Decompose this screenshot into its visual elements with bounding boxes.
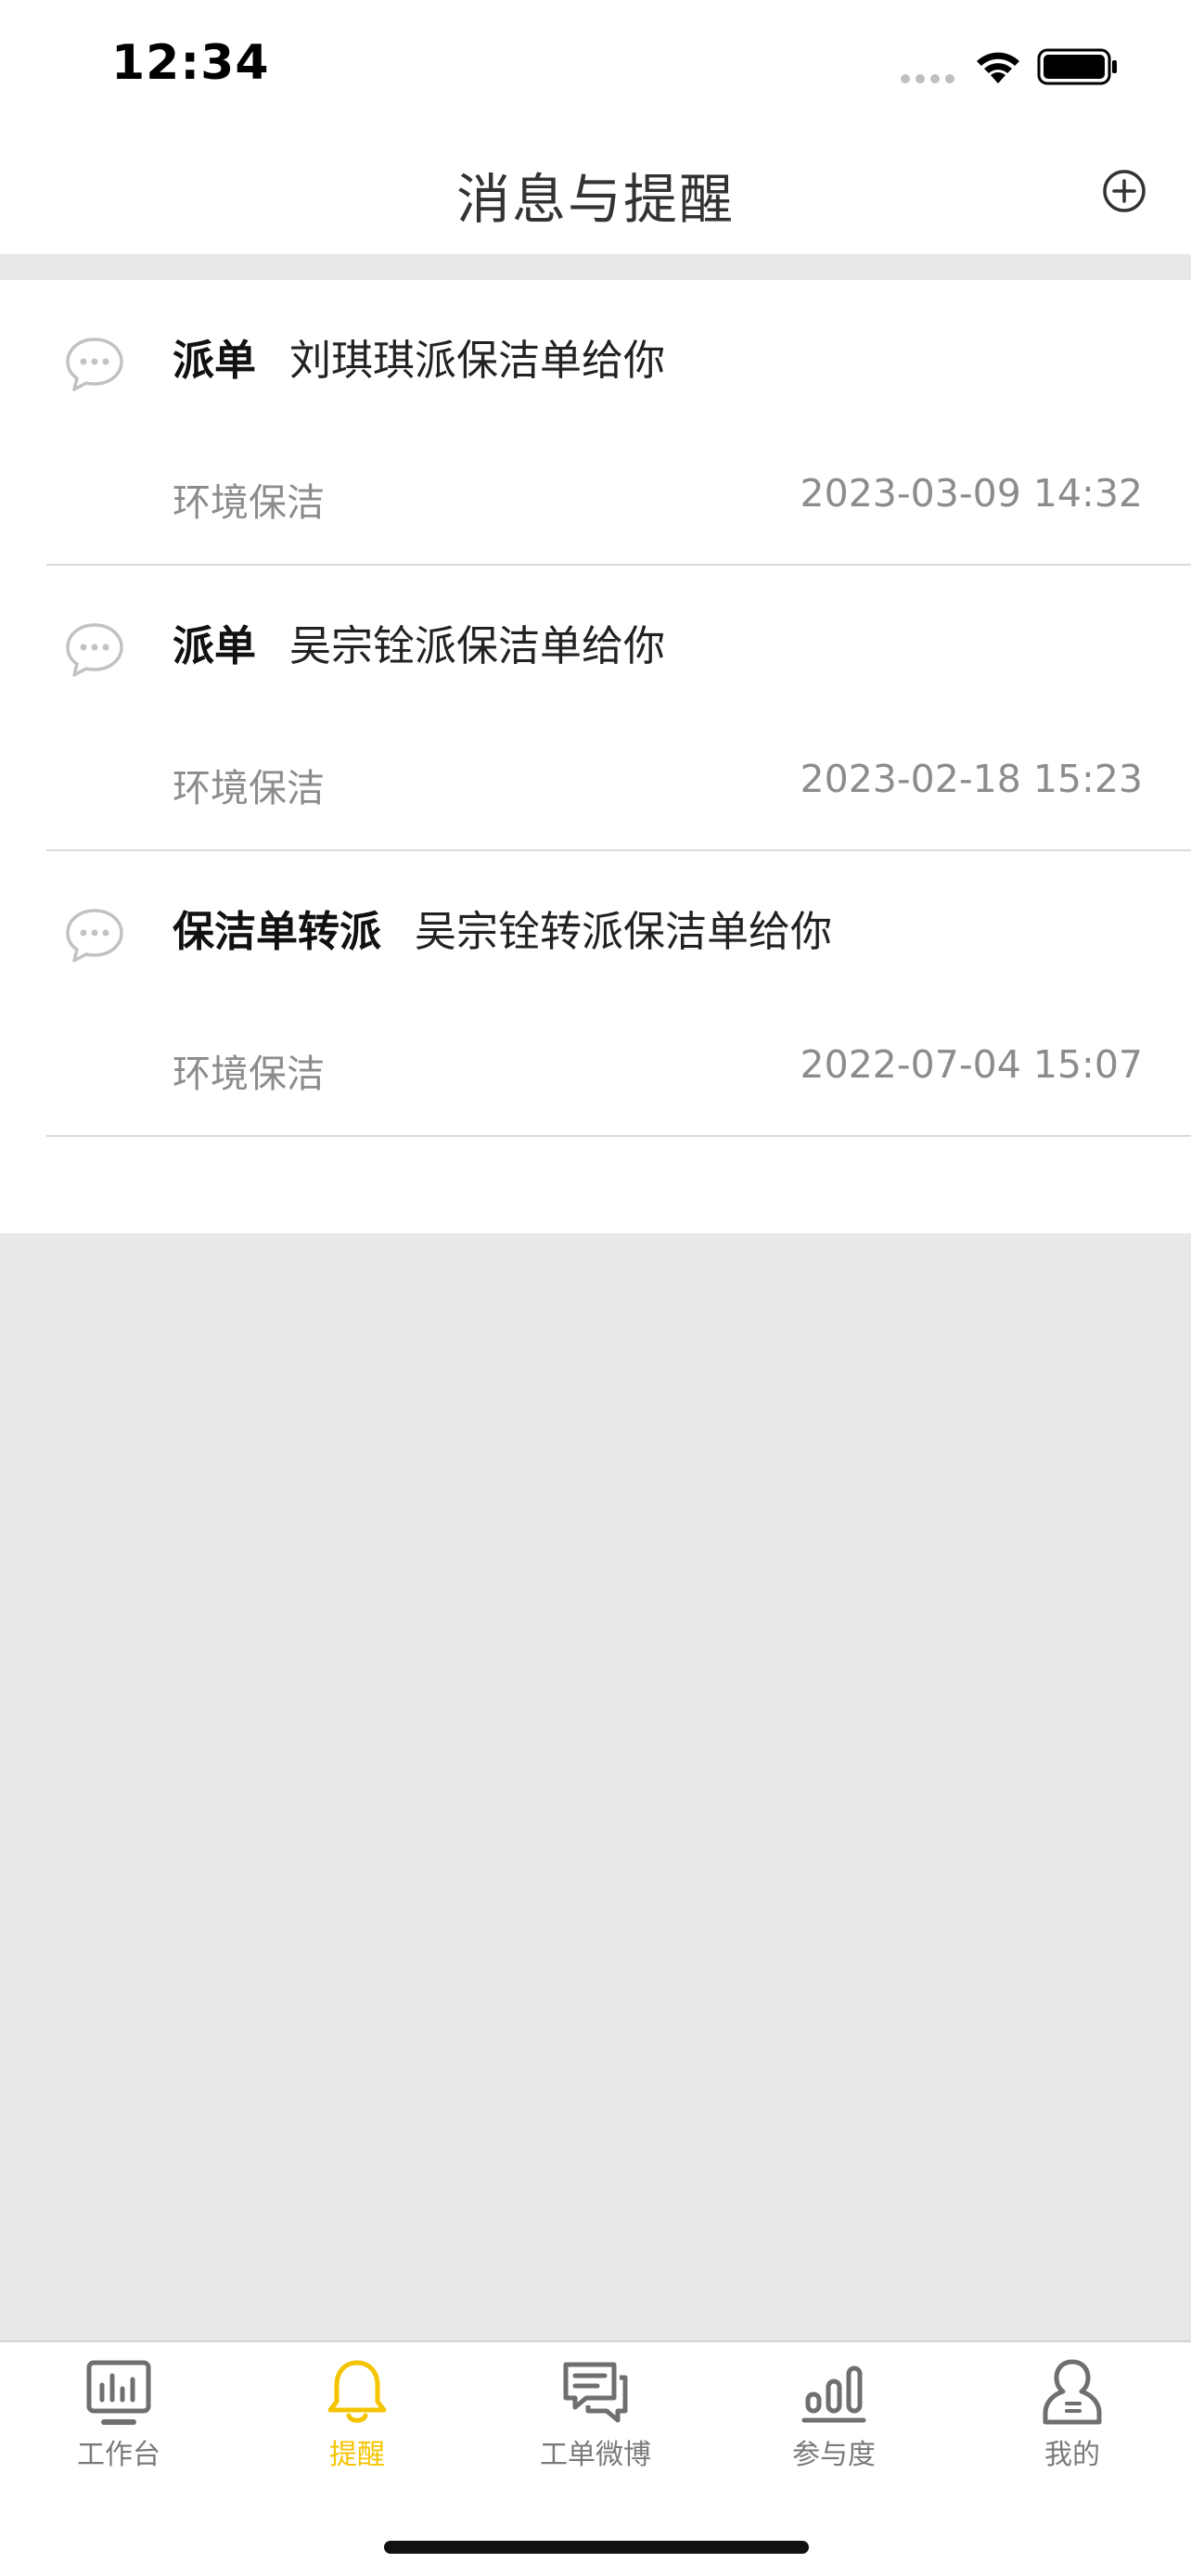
nav-bar: 消息与提醒 xyxy=(0,139,1191,254)
message-category: 环境保洁 xyxy=(173,766,325,810)
message-text: 刘琪琪派保洁单给你 xyxy=(289,336,666,385)
app-screen: 12:34 消息与提醒 派单 刘琪琪派保洁单给你 环境保洁 2023-03-09… xyxy=(0,0,1191,2576)
wifi-icon xyxy=(977,52,1019,83)
message-time: 2022-07-04 15:07 xyxy=(800,1042,1143,1087)
cellular-signal-icon xyxy=(901,74,954,83)
message-bubble-icon xyxy=(66,338,123,391)
list-item[interactable]: 派单 刘琪琪派保洁单给你 环境保洁 2023-03-09 14:32 xyxy=(0,280,1191,566)
tab-workorder-weibo[interactable]: 工单微博 xyxy=(503,2357,688,2487)
message-type: 保洁单转派 xyxy=(173,907,382,956)
tab-label: 参与度 xyxy=(792,2439,876,2471)
message-time: 2023-02-18 15:23 xyxy=(800,757,1143,801)
battery-icon xyxy=(1037,48,1117,85)
tab-workbench[interactable]: 工作台 xyxy=(26,2357,211,2487)
tab-participation[interactable]: 参与度 xyxy=(741,2357,927,2487)
tab-label: 提醒 xyxy=(329,2439,385,2471)
tab-label: 工单微博 xyxy=(540,2439,651,2471)
dashboard-icon xyxy=(86,2360,151,2425)
tab-mine[interactable]: 我的 xyxy=(980,2357,1165,2487)
tab-reminders[interactable]: 提醒 xyxy=(264,2357,450,2487)
chat-bubbles-icon xyxy=(563,2362,628,2423)
message-category: 环境保洁 xyxy=(173,480,325,525)
message-type: 派单 xyxy=(173,621,257,670)
message-list: 派单 刘琪琪派保洁单给你 环境保洁 2023-03-09 14:32 派单 吴宗铨派… xyxy=(0,280,1191,1233)
bar-chart-icon xyxy=(801,2366,866,2423)
section-gap xyxy=(0,254,1191,280)
message-category: 环境保洁 xyxy=(173,1052,325,1096)
user-icon xyxy=(1043,2359,1102,2425)
list-item[interactable]: 保洁单转派 吴宗铨转派保洁单给你 环境保洁 2022-07-04 15:07 xyxy=(0,851,1191,1137)
message-bubble-icon xyxy=(66,623,123,677)
plus-circle-icon[interactable] xyxy=(1100,167,1148,215)
divider xyxy=(46,1135,1191,1137)
message-bubble-icon xyxy=(66,909,123,963)
tab-label: 工作台 xyxy=(77,2439,160,2471)
status-time: 12:34 xyxy=(111,35,270,91)
message-time: 2023-03-09 14:32 xyxy=(800,471,1143,516)
message-title-row: 派单 吴宗铨派保洁单给你 xyxy=(173,612,665,672)
bell-icon xyxy=(327,2360,387,2423)
message-title-row: 保洁单转派 吴宗铨转派保洁单给你 xyxy=(173,898,832,958)
home-indicator xyxy=(384,2541,809,2554)
message-text: 吴宗铨转派保洁单给你 xyxy=(415,907,833,956)
list-item[interactable]: 派单 吴宗铨派保洁单给你 环境保洁 2023-02-18 15:23 xyxy=(0,566,1191,851)
status-bar: 12:34 xyxy=(0,0,1191,139)
message-text: 吴宗铨派保洁单给你 xyxy=(289,621,666,670)
message-type: 派单 xyxy=(173,336,257,385)
page-title: 消息与提醒 xyxy=(455,168,735,231)
tab-label: 我的 xyxy=(1044,2439,1100,2471)
message-title-row: 派单 刘琪琪派保洁单给你 xyxy=(173,326,665,387)
